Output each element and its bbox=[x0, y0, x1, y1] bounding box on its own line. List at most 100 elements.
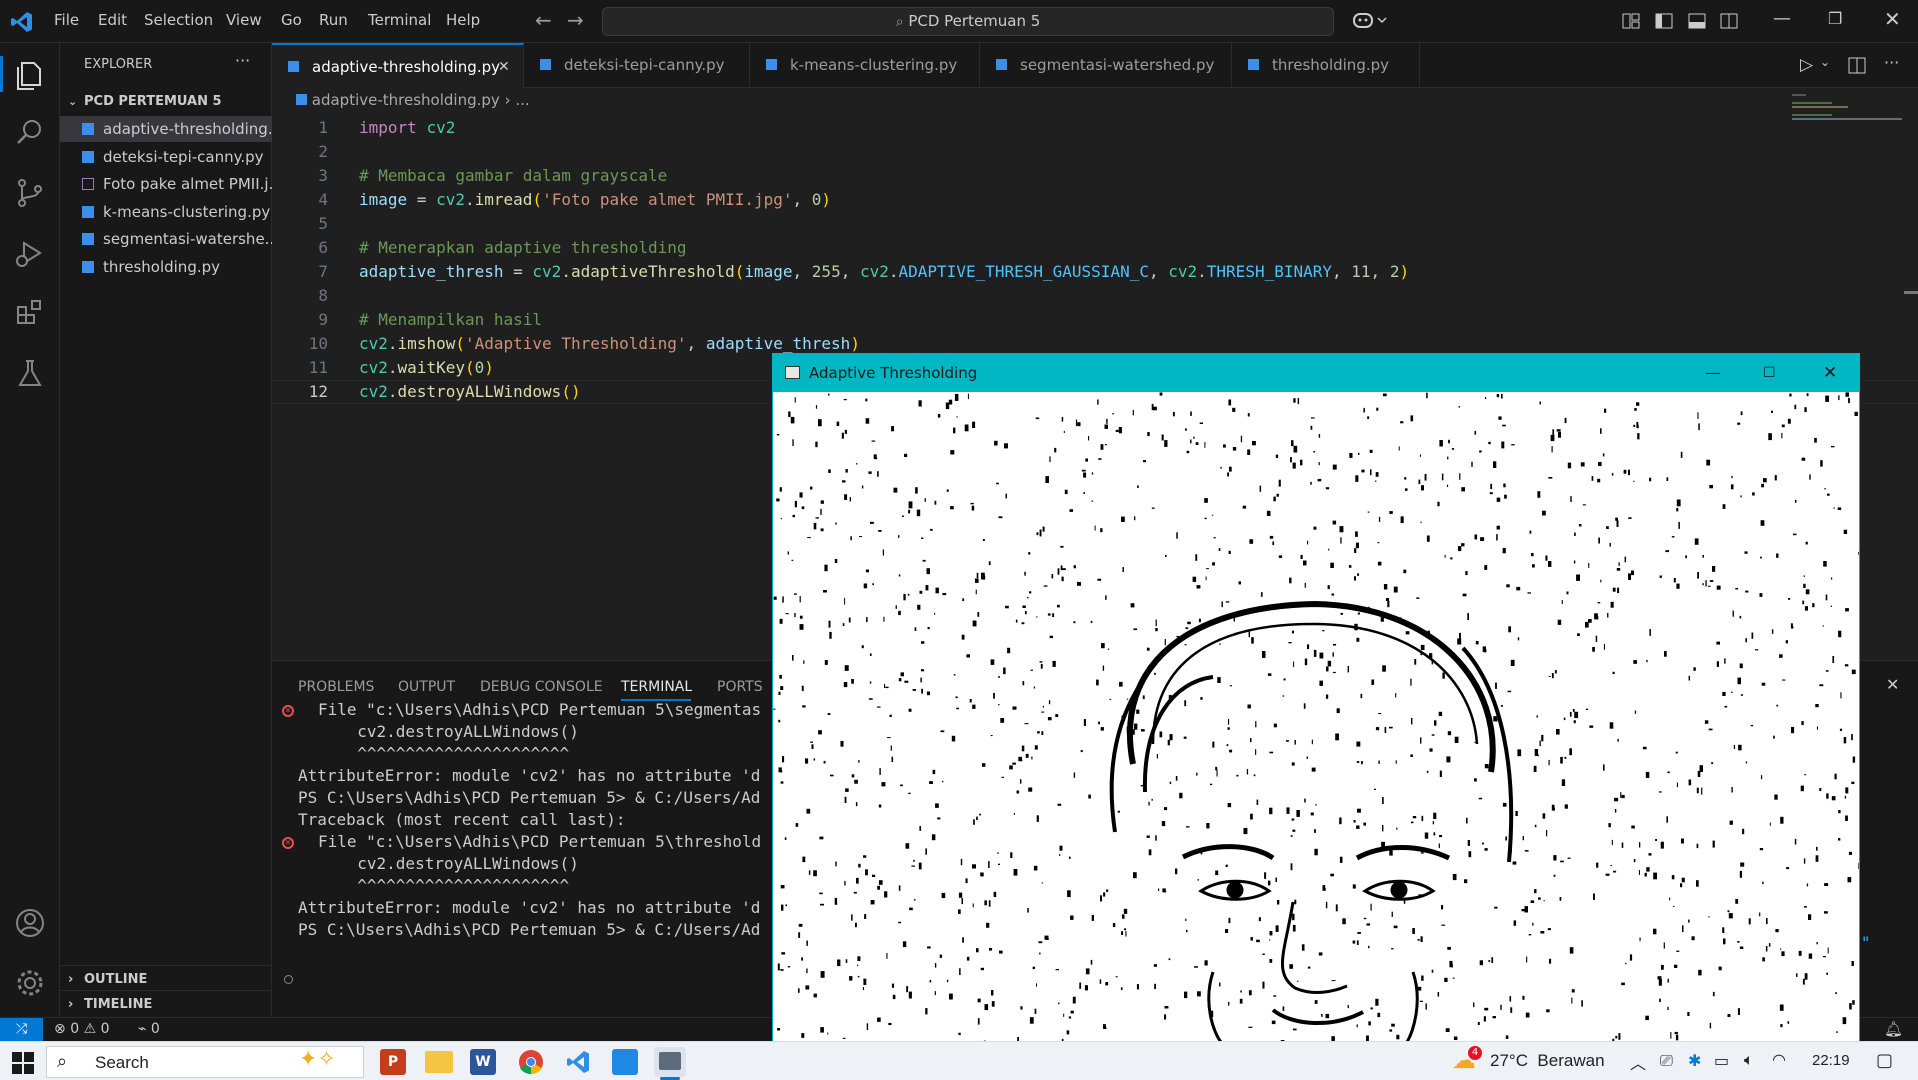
close-panel-icon[interactable]: ✕ bbox=[1886, 675, 1899, 694]
terminal-line: AttributeError: module 'cv2' has no attr… bbox=[298, 898, 761, 917]
explorer-icon[interactable] bbox=[10, 53, 50, 93]
title-bar: File Edit Selection View Go Run Terminal… bbox=[0, 0, 1918, 43]
notification-center-icon[interactable]: ▢ bbox=[1876, 1050, 1893, 1071]
taskbar-search-box[interactable]: ⌕ Search ✦✧ bbox=[46, 1046, 364, 1078]
copilot-icon[interactable] bbox=[1352, 10, 1388, 32]
python-file-icon bbox=[288, 61, 299, 72]
run-icon[interactable]: ▷ bbox=[1800, 55, 1813, 75]
source-control-icon[interactable] bbox=[10, 173, 50, 213]
chevron-up-icon[interactable]: ︿ bbox=[1630, 1050, 1646, 1074]
menu-terminal[interactable]: Terminal bbox=[368, 11, 431, 29]
volume-icon[interactable]: 🔈︎ bbox=[1744, 1050, 1754, 1070]
vscode-logo-icon[interactable] bbox=[10, 10, 34, 34]
toggle-panel-icon[interactable] bbox=[1688, 12, 1706, 30]
tab-k-means-clustering[interactable]: k-means-clustering.py bbox=[750, 43, 980, 88]
run-and-debug-icon[interactable] bbox=[10, 233, 50, 273]
restore-icon[interactable]: ❐ bbox=[1828, 9, 1842, 28]
windows-start-icon[interactable] bbox=[12, 1052, 34, 1074]
broadcast-icon: ⌁ bbox=[138, 1021, 147, 1037]
menu-file[interactable]: File bbox=[54, 11, 79, 29]
chevron-down-icon[interactable]: ⌄ bbox=[1820, 55, 1830, 69]
opencv-image-window[interactable]: Adaptive Thresholding — ☐ ✕ bbox=[772, 353, 1860, 1042]
python-file-icon bbox=[82, 151, 94, 163]
accounts-icon[interactable] bbox=[10, 903, 50, 943]
tab-deteksi-tepi-canny[interactable]: deteksi-tepi-canny.py bbox=[524, 43, 750, 88]
breadcrumb: adaptive-thresholding.py › ... bbox=[296, 91, 530, 109]
search-icon: ⌕ bbox=[57, 1051, 68, 1072]
file-item-k-means-clustering[interactable]: k-means-clustering.py bbox=[60, 199, 272, 225]
close-icon[interactable]: ✕ bbox=[1823, 354, 1837, 392]
close-tab-icon[interactable]: ✕ bbox=[498, 45, 510, 90]
terminal-line: PS C:\Users\Adhis\PCD Pertemuan 5> & C:/… bbox=[298, 920, 761, 939]
file-item-segmentasi-watershed[interactable]: segmentasi-watershe... bbox=[60, 226, 272, 252]
extensions-icon[interactable] bbox=[10, 293, 50, 333]
breadcrumb-file[interactable]: adaptive-thresholding.py bbox=[312, 91, 500, 109]
testing-icon[interactable] bbox=[10, 353, 50, 393]
maximize-icon[interactable]: ☐ bbox=[1763, 354, 1776, 392]
timeline-section[interactable]: › TIMELINE bbox=[60, 993, 272, 1017]
customize-layout-icon[interactable] bbox=[1622, 12, 1640, 30]
command-center-search[interactable]: ⌕ PCD Pertemuan 5 bbox=[602, 7, 1334, 36]
file-item-foto[interactable]: Foto pake almet PMII.j... bbox=[60, 171, 272, 197]
tab-thresholding[interactable]: thresholding.py bbox=[1232, 43, 1420, 88]
outline-section[interactable]: › OUTLINE bbox=[60, 968, 272, 992]
tab-debug-console[interactable]: DEBUG CONSOLE bbox=[480, 679, 603, 695]
opencv-title-bar[interactable]: Adaptive Thresholding — ☐ ✕ bbox=[773, 354, 1859, 392]
search-icon[interactable] bbox=[10, 113, 50, 153]
line-number: 9 bbox=[318, 310, 328, 329]
ports-status[interactable]: ⌁ 0 bbox=[138, 1021, 160, 1037]
vscode-taskbar-icon[interactable] bbox=[565, 1049, 591, 1075]
python-window-taskbar-item[interactable] bbox=[654, 1047, 686, 1077]
menu-help[interactable]: Help bbox=[446, 11, 480, 29]
problems-status[interactable]: ⊗ 0 ⚠ 0 bbox=[54, 1021, 110, 1037]
close-icon[interactable]: ✕ bbox=[1884, 7, 1901, 31]
more-actions-icon[interactable]: ··· bbox=[235, 51, 250, 70]
file-label: deteksi-tepi-canny.py bbox=[103, 148, 264, 166]
file-explorer-icon[interactable] bbox=[425, 1051, 453, 1073]
bluetooth-icon[interactable]: ✱ bbox=[1688, 1051, 1701, 1070]
chrome-icon[interactable] bbox=[518, 1049, 544, 1075]
device-icon[interactable]: ⎚ bbox=[1660, 1051, 1673, 1071]
file-item-thresholding[interactable]: thresholding.py bbox=[60, 254, 272, 280]
split-editor-icon[interactable] bbox=[1848, 57, 1866, 75]
tab-segmentasi-watershed[interactable]: segmentasi-watershed.py bbox=[980, 43, 1232, 88]
word-icon[interactable]: W bbox=[470, 1049, 496, 1075]
toggle-secondary-sidebar-icon[interactable] bbox=[1720, 12, 1738, 30]
clock-time[interactable]: 22:19 bbox=[1812, 1052, 1850, 1069]
file-item-deteksi-tepi-canny[interactable]: deteksi-tepi-canny.py bbox=[60, 144, 272, 170]
forward-arrow-icon[interactable]: → bbox=[567, 8, 584, 32]
minimize-icon[interactable]: — bbox=[1773, 8, 1791, 29]
menu-selection[interactable]: Selection bbox=[144, 11, 213, 29]
tab-adaptive-thresholding[interactable]: adaptive-thresholding.py ✕ bbox=[272, 43, 524, 88]
more-actions-icon[interactable]: ··· bbox=[1884, 53, 1899, 72]
wifi-icon[interactable]: ◠ bbox=[1772, 1050, 1786, 1069]
settings-gear-icon[interactable] bbox=[10, 963, 50, 1003]
breadcrumb-rest[interactable]: ... bbox=[515, 91, 529, 109]
explorer-title: EXPLORER bbox=[84, 57, 153, 72]
tab-output[interactable]: OUTPUT bbox=[398, 679, 455, 695]
menu-view[interactable]: View bbox=[226, 11, 262, 29]
tab-terminal[interactable]: TERMINAL bbox=[621, 679, 692, 695]
file-label: adaptive-thresholding.... bbox=[103, 120, 272, 138]
folder-header[interactable]: ⌄ PCD PERTEMUAN 5 bbox=[60, 90, 272, 114]
back-arrow-icon[interactable]: ← bbox=[535, 8, 552, 32]
photos-icon[interactable] bbox=[612, 1049, 638, 1075]
toggle-primary-sidebar-icon[interactable] bbox=[1655, 12, 1673, 30]
line-number: 6 bbox=[318, 238, 328, 257]
powerpoint-icon[interactable]: P bbox=[380, 1049, 406, 1075]
battery-icon[interactable]: ▭ bbox=[1714, 1051, 1729, 1070]
minimap[interactable] bbox=[1792, 90, 1904, 124]
weather-text[interactable]: 27°C Berawan bbox=[1490, 1051, 1605, 1071]
tab-ports[interactable]: PORTS bbox=[717, 679, 763, 695]
file-item-adaptive-thresholding[interactable]: adaptive-thresholding.... bbox=[60, 116, 272, 142]
menu-go[interactable]: Go bbox=[281, 11, 302, 29]
line-number: 2 bbox=[318, 142, 328, 161]
tab-label: thresholding.py bbox=[1272, 56, 1390, 74]
notifications-bell-icon[interactable]: 🔔︎ bbox=[1884, 1020, 1903, 1038]
tab-problems[interactable]: PROBLEMS bbox=[298, 679, 374, 695]
windows-taskbar: ⌕ Search ✦✧ P W ☁ 4 27°C Berawan ︿ ⎚ ✱ ▭… bbox=[0, 1041, 1918, 1080]
menu-edit[interactable]: Edit bbox=[98, 11, 127, 29]
remote-indicator-icon[interactable]: ⤮ bbox=[0, 1018, 43, 1042]
minimize-icon[interactable]: — bbox=[1705, 354, 1721, 392]
menu-run[interactable]: Run bbox=[319, 11, 348, 29]
